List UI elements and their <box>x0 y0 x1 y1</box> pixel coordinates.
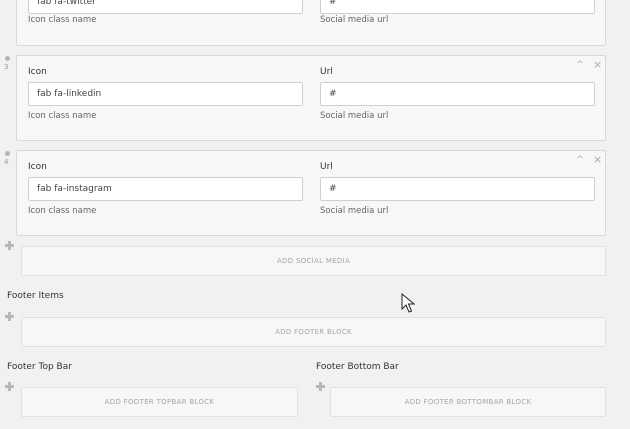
icon-label: Icon <box>28 67 47 77</box>
icon-class-help: Icon class name <box>28 111 97 121</box>
footer-items-label: Footer Items <box>7 291 64 301</box>
collapse-icon[interactable]: ^ <box>576 60 584 70</box>
social-url-input[interactable]: # <box>320 0 595 14</box>
icon-class-input[interactable]: fab fa-instagram <box>28 177 303 201</box>
icon-label: Icon <box>28 162 47 172</box>
add-icon[interactable] <box>316 382 325 391</box>
add-icon[interactable] <box>5 241 14 250</box>
drag-handle-icon[interactable] <box>5 56 10 61</box>
add-footer-topbar-block-button[interactable]: ADD FOOTER TOPBAR BLOCK <box>21 387 298 417</box>
icon-class-help: Icon class name <box>28 15 97 25</box>
mouse-cursor-icon <box>401 293 415 313</box>
add-icon[interactable] <box>5 382 14 391</box>
item-number: 4 <box>4 158 9 166</box>
close-icon[interactable]: × <box>593 58 602 71</box>
icon-class-input[interactable]: fab fa-linkedin <box>28 82 303 106</box>
drag-handle-icon[interactable] <box>5 151 10 156</box>
url-label: Url <box>320 162 333 172</box>
add-footer-block-button[interactable]: ADD FOOTER BLOCK <box>21 317 606 347</box>
collapse-icon[interactable]: ^ <box>576 155 584 165</box>
social-url-help: Social media url <box>320 206 389 216</box>
close-icon[interactable]: × <box>593 153 602 166</box>
social-url-input[interactable]: # <box>320 82 595 106</box>
social-url-input[interactable]: # <box>320 177 595 201</box>
social-url-help: Social media url <box>320 111 389 121</box>
footer-bottom-bar-label: Footer Bottom Bar <box>316 362 399 372</box>
social-url-help: Social media url <box>320 15 389 25</box>
url-label: Url <box>320 67 333 77</box>
add-icon[interactable] <box>5 312 14 321</box>
icon-class-help: Icon class name <box>28 206 97 216</box>
item-number: 3 <box>4 63 9 71</box>
add-footer-bottombar-block-button[interactable]: ADD FOOTER BOTTOMBAR BLOCK <box>330 387 606 417</box>
icon-class-input[interactable]: fab fa-twitter <box>28 0 303 14</box>
footer-top-bar-label: Footer Top Bar <box>7 362 72 372</box>
add-social-media-button[interactable]: ADD SOCIAL MEDIA <box>21 246 606 276</box>
